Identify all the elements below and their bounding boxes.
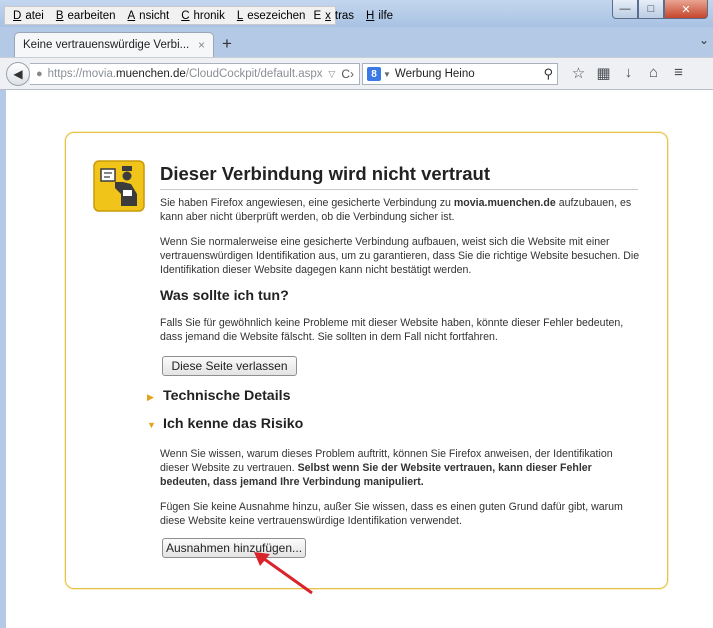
menu-chronik[interactable]: Chronik: [173, 10, 229, 22]
technical-details-toggle[interactable]: Technische Details: [163, 388, 643, 404]
tab-title: Keine vertrauenswürdige Verbi...: [23, 39, 190, 51]
leave-page-button[interactable]: Diese Seite verlassen: [162, 356, 297, 376]
back-button[interactable]: ◀: [6, 62, 30, 86]
bookmark-star-icon[interactable]: ☆: [566, 64, 591, 82]
explain-paragraph: Wenn Sie normalerweise eine gesicherte V…: [160, 236, 640, 277]
menu-datei[interactable]: Datei: [5, 10, 48, 22]
policeman-certificate-icon: [93, 160, 145, 212]
tab-active[interactable]: Keine vertrauenswürdige Verbi... ×: [14, 32, 214, 57]
tab-close-icon[interactable]: ×: [198, 38, 205, 52]
maximize-button[interactable]: □: [638, 0, 664, 19]
red-annotation-arrow-icon: [254, 552, 313, 595]
expanded-triangle-icon[interactable]: ▼: [147, 420, 156, 430]
bookmarks-menu-icon[interactable]: ▦: [591, 64, 616, 82]
url-text[interactable]: https://movia.muenchen.de/CloudCockpit/d…: [48, 68, 329, 80]
title-bar: Datei Bearbeiten Ansicht Chronik Lesezei…: [0, 0, 713, 27]
page-title: Dieser Verbindung wird nicht vertraut: [160, 163, 638, 190]
search-input[interactable]: Werbung Heino: [395, 68, 544, 80]
tab-strip: Keine vertrauenswürdige Verbi... × + ⌄: [0, 27, 713, 57]
menu-bar: Datei Bearbeiten Ansicht Chronik Lesezei…: [4, 6, 393, 25]
risk-paragraph: Wenn Sie wissen, warum dieses Problem au…: [160, 448, 613, 489]
search-magnifier-icon[interactable]: ⚲: [543, 66, 553, 82]
close-window-button[interactable]: ✕: [664, 0, 708, 19]
menu-hamburger-icon[interactable]: ≡: [666, 64, 691, 82]
intro-paragraph: Sie haben Firefox angewiesen, eine gesic…: [160, 197, 632, 224]
what-heading: Was sollte ich tun?: [160, 288, 289, 304]
window-controls: — □ ✕: [612, 0, 708, 19]
menu-hilfe[interactable]: Hilfe: [358, 10, 397, 22]
minimize-button[interactable]: —: [612, 0, 638, 19]
navigation-toolbar: ◀ ● https://movia.muenchen.de/CloudCockp…: [0, 57, 713, 90]
tab-list-chevron-icon[interactable]: ⌄: [699, 33, 709, 47]
menu-ansicht[interactable]: Ansicht: [120, 10, 174, 22]
back-arrow-icon: ◀: [13, 67, 23, 81]
reload-icon[interactable]: C›: [341, 67, 354, 81]
history-dropdown-icon[interactable]: ▽: [328, 69, 335, 80]
downloads-icon[interactable]: ↓: [616, 64, 641, 82]
menu-extras[interactable]: Ex tras: [309, 10, 358, 22]
window-left-border: [0, 90, 6, 628]
engine-dropdown-icon[interactable]: ▼: [383, 70, 391, 79]
url-bar[interactable]: ● https://movia.muenchen.de/CloudCockpit…: [30, 63, 360, 85]
risk-toggle[interactable]: Ich kenne das Risiko: [163, 416, 643, 432]
collapsed-triangle-icon[interactable]: ▶: [147, 392, 154, 403]
what-paragraph: Falls Sie für gewöhnlich keine Probleme …: [160, 317, 624, 344]
menu-bearbeiten[interactable]: Bearbeiten: [48, 10, 120, 22]
menu-lesezeichen[interactable]: Lesezeichen: [229, 10, 310, 22]
toolbar-icons: ☆ ▦ ↓ ⌂ ≡: [566, 64, 691, 82]
search-bar[interactable]: 8 ▼ Werbung Heino ⚲: [362, 63, 558, 85]
globe-icon: ●: [36, 68, 43, 80]
home-icon[interactable]: ⌂: [641, 64, 666, 82]
new-tab-button[interactable]: +: [222, 34, 232, 54]
google-engine-icon[interactable]: 8: [367, 67, 381, 81]
risk-advice-paragraph: Fügen Sie keine Ausnahme hinzu, außer Si…: [160, 501, 623, 528]
